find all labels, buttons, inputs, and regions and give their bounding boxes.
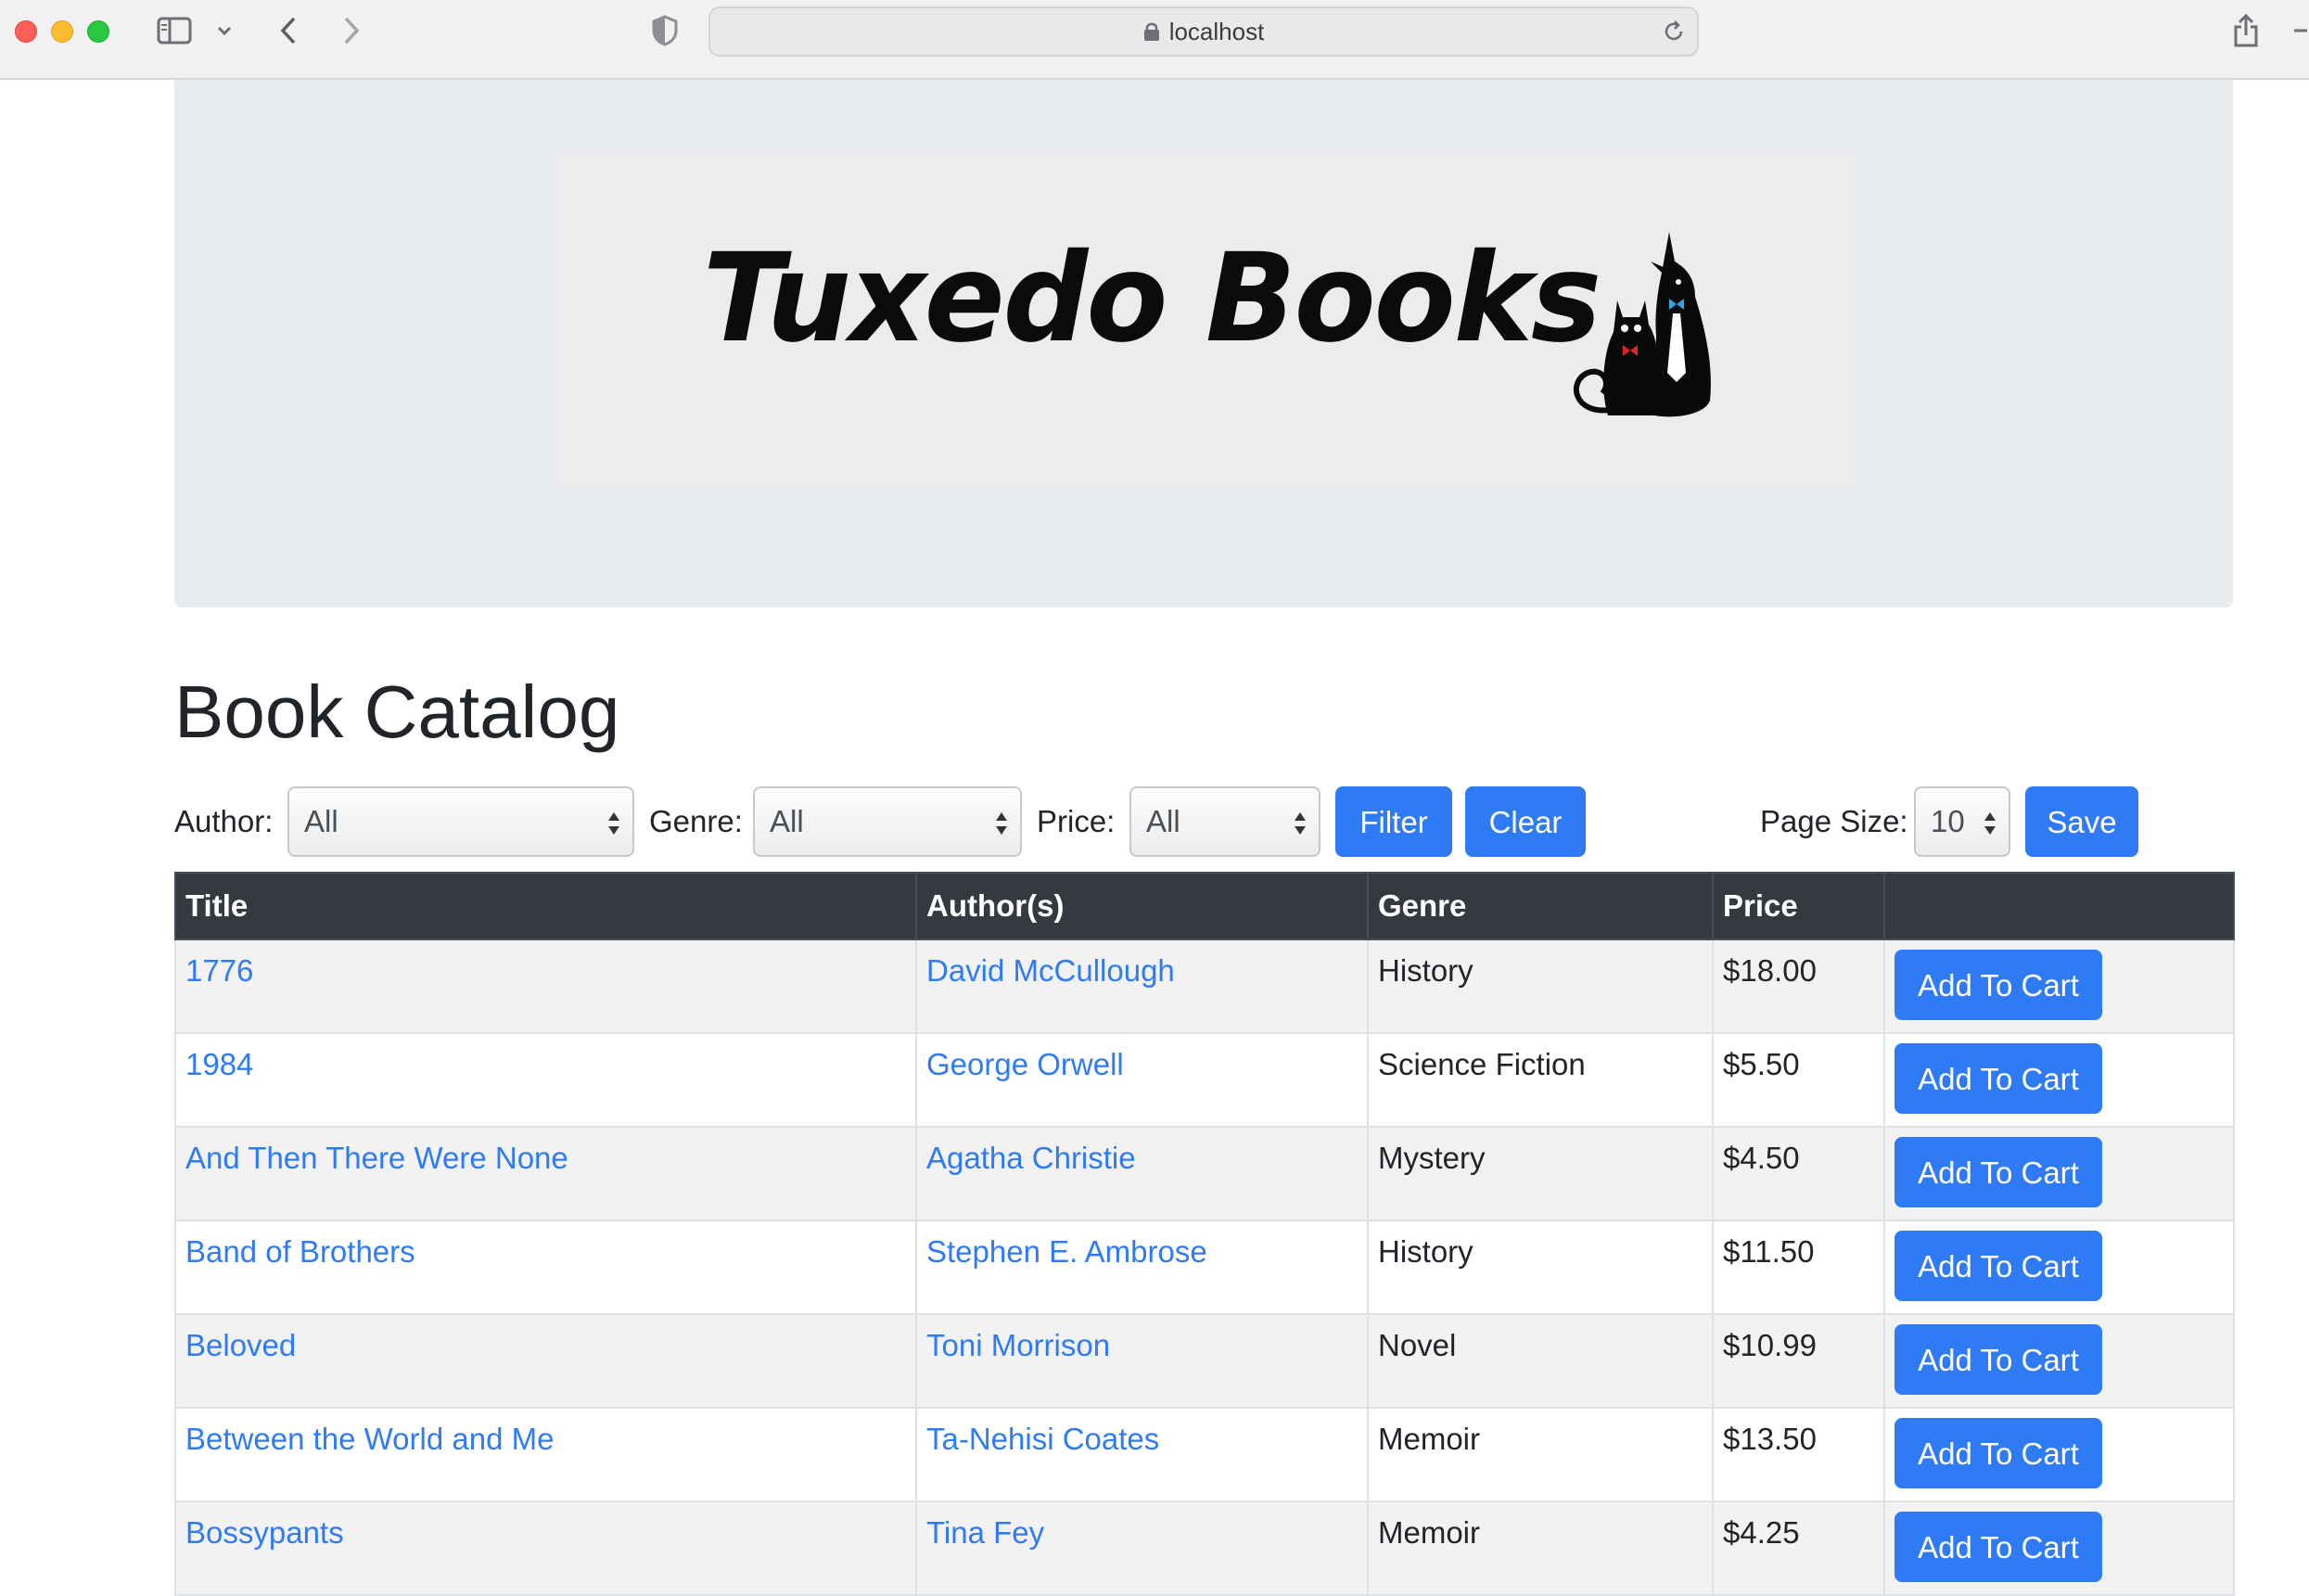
book-title-link[interactable]: Between the World and Me	[185, 1422, 554, 1456]
new-tab-icon[interactable]	[2294, 13, 2307, 48]
price-cell: $4.25	[1712, 1500, 1885, 1596]
price-select-value: All	[1146, 804, 1180, 838]
table-row: And Then There Were None Agatha Christie…	[174, 1126, 2235, 1221]
price-cell: $11.50	[1712, 1219, 1885, 1315]
close-window-button[interactable]	[15, 20, 37, 43]
filter-button[interactable]: Filter	[1335, 786, 1452, 857]
price-cell: $4.50	[1712, 1126, 1885, 1221]
forward-icon[interactable]	[338, 13, 365, 48]
genre-select-value: All	[770, 804, 804, 838]
lock-icon	[1143, 10, 1160, 57]
book-title-link[interactable]: 1984	[185, 1047, 253, 1081]
column-header-title: Title	[174, 872, 917, 940]
genre-cell: Novel	[1367, 1313, 1714, 1409]
author-link[interactable]: David McCullough	[926, 953, 1175, 988]
table-row: 1984 George Orwell Science Fiction $5.50…	[174, 1032, 2235, 1128]
table-row: Between the World and Me Ta-Nehisi Coate…	[174, 1407, 2235, 1502]
genre-cell: Science Fiction	[1367, 1032, 1714, 1128]
address-bar[interactable]: localhost	[708, 6, 1699, 57]
price-cell: $10.99	[1712, 1313, 1885, 1409]
price-select[interactable]: All	[1129, 786, 1320, 857]
add-to-cart-button[interactable]: Add To Cart	[1894, 1137, 2102, 1207]
book-title-link[interactable]: And Then There Were None	[185, 1141, 568, 1175]
add-to-cart-button[interactable]: Add To Cart	[1894, 950, 2102, 1020]
page-size-select[interactable]: 10	[1914, 786, 2010, 857]
genre-cell: Mystery	[1367, 1126, 1714, 1221]
price-cell: $13.50	[1712, 1407, 1885, 1502]
genre-cell: Memoir	[1367, 1500, 1714, 1596]
select-arrows-icon	[1984, 812, 1996, 835]
table-row: 1776 David McCullough History $18.00 Add…	[174, 938, 2235, 1034]
column-header-authors: Author(s)	[915, 872, 1369, 940]
price-cell: $18.00	[1712, 938, 1885, 1034]
save-button[interactable]: Save	[2025, 786, 2138, 857]
add-to-cart-button[interactable]: Add To Cart	[1894, 1418, 2102, 1488]
column-header-genre: Genre	[1367, 872, 1714, 940]
header-banner: Tuxedo Books	[174, 80, 2233, 607]
book-catalog-table: Title Author(s) Genre Price 1776 David M…	[174, 872, 2235, 1596]
privacy-shield-icon[interactable]	[649, 13, 681, 48]
table-row: Beloved Toni Morrison Novel $10.99 Add T…	[174, 1313, 2235, 1409]
column-header-price: Price	[1712, 872, 1885, 940]
add-to-cart-button[interactable]: Add To Cart	[1894, 1512, 2102, 1582]
tuxedo-cat-icon	[1574, 232, 1711, 417]
select-arrows-icon	[996, 812, 1007, 835]
genre-cell: Memoir	[1367, 1407, 1714, 1502]
back-icon[interactable]	[274, 13, 302, 48]
author-link[interactable]: Toni Morrison	[926, 1328, 1110, 1362]
book-title-link[interactable]: 1776	[185, 953, 253, 988]
add-to-cart-button[interactable]: Add To Cart	[1894, 1324, 2102, 1395]
select-arrows-icon	[1295, 812, 1306, 835]
author-link[interactable]: Agatha Christie	[926, 1141, 1136, 1175]
price-cell: $5.50	[1712, 1032, 1885, 1128]
reload-icon[interactable]	[1662, 19, 1686, 48]
column-header-actions	[1883, 872, 2235, 940]
author-select-value: All	[304, 804, 338, 838]
page-size-label: Page Size:	[1760, 804, 1908, 838]
zoom-window-button[interactable]	[87, 20, 109, 43]
book-title-link[interactable]: Beloved	[185, 1328, 296, 1362]
page-size-value: 10	[1931, 804, 1965, 838]
author-link[interactable]: Stephen E. Ambrose	[926, 1234, 1207, 1269]
genre-cell: History	[1367, 938, 1714, 1034]
book-title-link[interactable]: Band of Brothers	[185, 1234, 415, 1269]
book-title-link[interactable]: Bossypants	[185, 1515, 344, 1550]
add-to-cart-button[interactable]: Add To Cart	[1894, 1231, 2102, 1301]
minimize-window-button[interactable]	[51, 20, 73, 43]
select-arrows-icon	[608, 812, 619, 835]
author-select[interactable]: All	[287, 786, 634, 857]
add-to-cart-button[interactable]: Add To Cart	[1894, 1043, 2102, 1114]
price-filter-label: Price:	[1037, 804, 1116, 838]
genre-cell: History	[1367, 1219, 1714, 1315]
table-row: Band of Brothers Stephen E. Ambrose Hist…	[174, 1219, 2235, 1315]
sidebar-icon[interactable]	[156, 13, 193, 48]
chevron-down-icon[interactable]	[213, 13, 236, 48]
author-link[interactable]: Tina Fey	[926, 1515, 1044, 1550]
author-link[interactable]: Ta-Nehisi Coates	[926, 1422, 1159, 1456]
table-header-row: Title Author(s) Genre Price	[174, 872, 2235, 940]
logo-text: Tuxedo Books	[703, 227, 1601, 370]
table-row: Bossypants Tina Fey Memoir $4.25 Add To …	[174, 1500, 2235, 1596]
genre-filter-label: Genre:	[649, 804, 743, 838]
share-icon[interactable]	[2229, 13, 2263, 48]
clear-button[interactable]: Clear	[1465, 786, 1586, 857]
genre-select[interactable]: All	[753, 786, 1022, 857]
url-text: localhost	[1168, 18, 1265, 45]
filter-bar: Author: All Genre: All Price: All Filter…	[174, 786, 2233, 857]
author-link[interactable]: George Orwell	[926, 1047, 1124, 1081]
page-title: Book Catalog	[174, 670, 620, 753]
author-filter-label: Author:	[174, 804, 274, 838]
browser-toolbar: localhost	[0, 0, 2309, 80]
store-logo: Tuxedo Books	[555, 152, 1855, 488]
